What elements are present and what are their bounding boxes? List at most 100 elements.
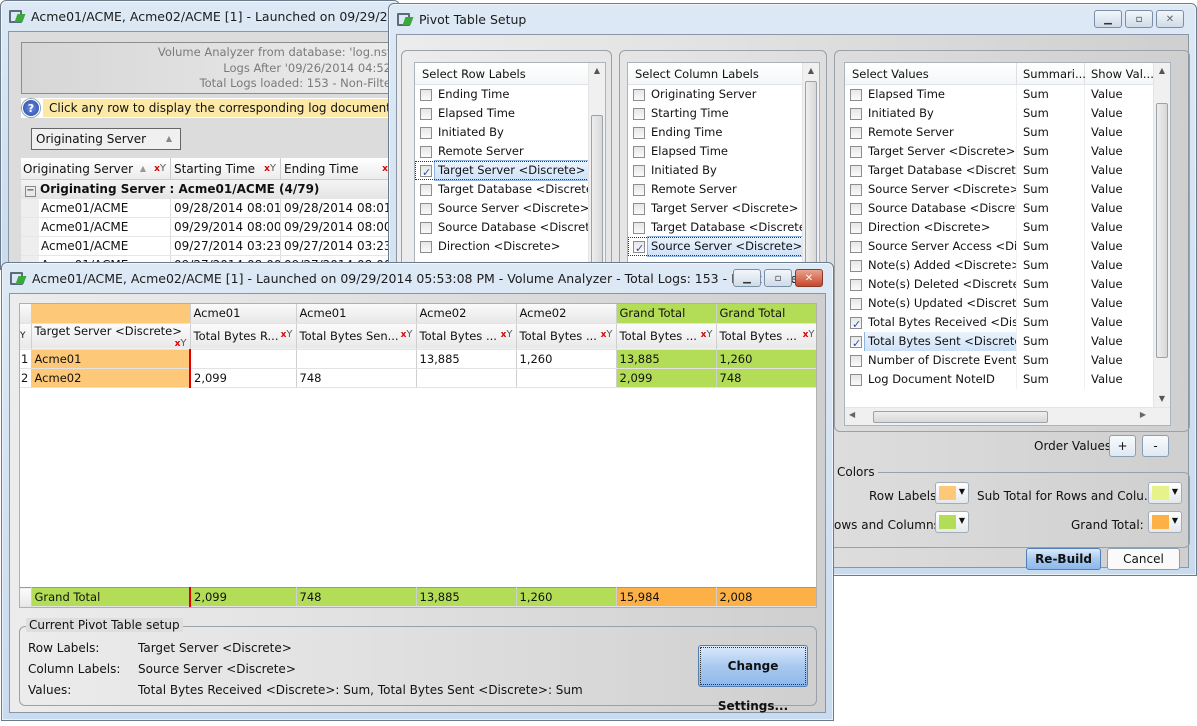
value-item[interactable]: Source Database <Discret... Sum Value <box>845 199 1170 218</box>
show-value-cell[interactable]: Value <box>1085 218 1123 237</box>
value-item[interactable]: Target Server <Discrete> Sum Value <box>845 142 1170 161</box>
value-item[interactable]: Total Bytes Sent <Discrete> Sum Value <box>845 332 1170 351</box>
show-value-cell[interactable]: Value <box>1085 256 1123 275</box>
col-originating-server[interactable]: Originating Server ▲ xY <box>21 158 171 179</box>
summarize-cell[interactable]: Sum <box>1017 275 1085 294</box>
checkbox[interactable] <box>420 183 432 196</box>
value-item[interactable]: Source Server <Discrete> Sum Value <box>845 180 1170 199</box>
show-value-cell[interactable]: Value <box>1085 370 1123 389</box>
row-field-header[interactable]: Target Server <Discrete> xY <box>31 323 191 350</box>
checkbox[interactable] <box>850 183 862 196</box>
grand-total-color-picker[interactable]: ▼ <box>1148 511 1182 533</box>
log-row[interactable]: Acme01/ACME 09/29/2014 08:00:... 09/29/2… <box>21 218 398 237</box>
checkbox[interactable] <box>633 107 645 120</box>
checkbox[interactable] <box>420 126 432 139</box>
list-item[interactable]: Source Server <Discrete> <box>628 236 819 258</box>
value-header-cell[interactable]: Total Bytes ... xY <box>416 323 517 350</box>
list-item[interactable]: Source Server <Discrete> <box>415 199 605 218</box>
value-item[interactable]: Source Server Access <Dis... Sum Value <box>845 237 1170 256</box>
rebuild-button[interactable]: Re-Build <box>1026 548 1101 570</box>
value-item[interactable]: Note(s) Updated <Discret... Sum Value <box>845 294 1170 313</box>
checkbox[interactable] <box>850 354 862 367</box>
summarize-cell[interactable]: Sum <box>1017 313 1085 332</box>
cancel-button[interactable]: Cancel <box>1107 548 1180 570</box>
value-item[interactable]: Elapsed Time Sum Value <box>845 85 1170 104</box>
summarize-cell[interactable]: Sum <box>1017 142 1085 161</box>
values-scrollbar[interactable]: ▲ ▼ <box>1153 63 1170 407</box>
list-item[interactable]: Target Database <Discrete> <box>415 180 605 199</box>
value-item[interactable]: Number of Discrete Events Sum Value <box>845 351 1170 370</box>
checkbox[interactable] <box>850 88 862 101</box>
show-value-cell[interactable]: Value <box>1085 199 1123 218</box>
checkbox[interactable] <box>420 88 432 101</box>
checkbox[interactable] <box>850 164 862 177</box>
list-item[interactable]: Elapsed Time <box>628 142 819 161</box>
list-item[interactable]: Initiated By <box>415 123 605 142</box>
value-header-cell[interactable]: Total Bytes R... xY <box>190 323 297 350</box>
show-value-cell[interactable]: Value <box>1085 123 1123 142</box>
summarize-cell[interactable]: Sum <box>1017 123 1085 142</box>
summarize-cell[interactable]: Sum <box>1017 370 1085 389</box>
list-item[interactable]: Source Database <Discret... <box>415 218 605 237</box>
checkbox[interactable] <box>633 88 645 101</box>
checkbox[interactable] <box>633 164 645 177</box>
checkbox[interactable] <box>420 202 432 215</box>
checkbox[interactable] <box>633 183 645 196</box>
checkbox[interactable] <box>850 221 862 234</box>
list-item[interactable]: Target Server <Discrete> <box>628 199 819 218</box>
show-value-cell[interactable]: Value <box>1085 237 1123 256</box>
log-row[interactable]: Acme01/ACME 09/28/2014 08:01:... 09/28/2… <box>21 199 398 218</box>
summarize-cell[interactable]: Sum <box>1017 199 1085 218</box>
checkbox[interactable] <box>850 126 862 139</box>
minimize-button[interactable]: ▁ <box>1094 10 1122 28</box>
value-header-cell[interactable]: Total Bytes Sen... xY <box>296 323 417 350</box>
group-by-chip[interactable]: Originating Server ▲ <box>31 128 181 150</box>
summarize-cell[interactable]: Sum <box>1017 85 1085 104</box>
list-item[interactable]: Initiated By <box>628 161 819 180</box>
group-row[interactable]: − Originating Server : Acme01/ACME (4/79) <box>21 180 398 199</box>
value-item[interactable]: Initiated By Sum Value <box>845 104 1170 123</box>
show-value-cell[interactable]: Value <box>1085 142 1123 161</box>
pivot-row[interactable]: 2 Acme02 2,099 748 2,099 748 <box>20 368 816 388</box>
checkbox[interactable] <box>633 221 645 234</box>
value-item[interactable]: Target Database <Discrete> Sum Value <box>845 161 1170 180</box>
values-col-summarize[interactable]: Summari... <box>1017 63 1086 84</box>
checkbox[interactable] <box>850 145 862 158</box>
values-col-select[interactable]: Select Values <box>845 63 1017 84</box>
row-labels-scrollbar[interactable]: ▲ <box>588 63 605 271</box>
summarize-cell[interactable]: Sum <box>1017 104 1085 123</box>
checkbox[interactable] <box>850 297 862 310</box>
value-item[interactable]: Remote Server Sum Value <box>845 123 1170 142</box>
col-starting-time[interactable]: Starting Time xY <box>171 158 281 179</box>
summarize-cell[interactable]: Sum <box>1017 256 1085 275</box>
list-item[interactable]: Ending Time <box>415 85 605 104</box>
summarize-cell[interactable]: Sum <box>1017 218 1085 237</box>
value-header-cell[interactable]: Total Bytes ... xY <box>616 323 717 350</box>
value-item[interactable]: Note(s) Deleted <Discrete> Sum Value <box>845 275 1170 294</box>
checkbox[interactable] <box>633 145 645 158</box>
checkbox[interactable] <box>850 240 862 253</box>
order-up-button[interactable]: + <box>1109 435 1136 457</box>
checkbox[interactable] <box>633 202 645 215</box>
checkbox[interactable] <box>420 221 432 234</box>
value-item[interactable]: Note(s) Added <Discrete> Sum Value <box>845 256 1170 275</box>
list-item[interactable]: Direction <Discrete> <box>415 237 605 256</box>
values-hscrollbar[interactable]: ◀ ▶ <box>845 407 1170 425</box>
value-item[interactable]: Direction <Discrete> Sum Value <box>845 218 1170 237</box>
checkbox[interactable] <box>633 239 645 258</box>
log-row[interactable]: Acme01/ACME 09/27/2014 03:23:... 09/27/2… <box>21 237 398 256</box>
column-labels-scrollbar[interactable]: ▲ <box>802 63 819 271</box>
summarize-cell[interactable]: Sum <box>1017 237 1085 256</box>
show-value-cell[interactable]: Value <box>1085 313 1123 332</box>
value-item[interactable]: Total Bytes Received <Dis... Sum Value <box>845 313 1170 332</box>
show-value-cell[interactable]: Value <box>1085 161 1123 180</box>
maximize-button[interactable]: ▫ <box>1125 10 1153 28</box>
pivot-row[interactable]: 1 Acme01 13,885 1,260 13,885 1,260 <box>20 349 816 369</box>
row-labels-color-picker[interactable]: ▼ <box>935 482 969 504</box>
collapse-icon[interactable]: − <box>25 186 36 197</box>
show-value-cell[interactable]: Value <box>1085 332 1123 351</box>
show-value-cell[interactable]: Value <box>1085 275 1123 294</box>
minimize-button[interactable]: ▁ <box>733 269 761 287</box>
checkbox[interactable] <box>633 126 645 139</box>
subtotal-color-picker[interactable]: ▼ <box>1148 482 1182 504</box>
